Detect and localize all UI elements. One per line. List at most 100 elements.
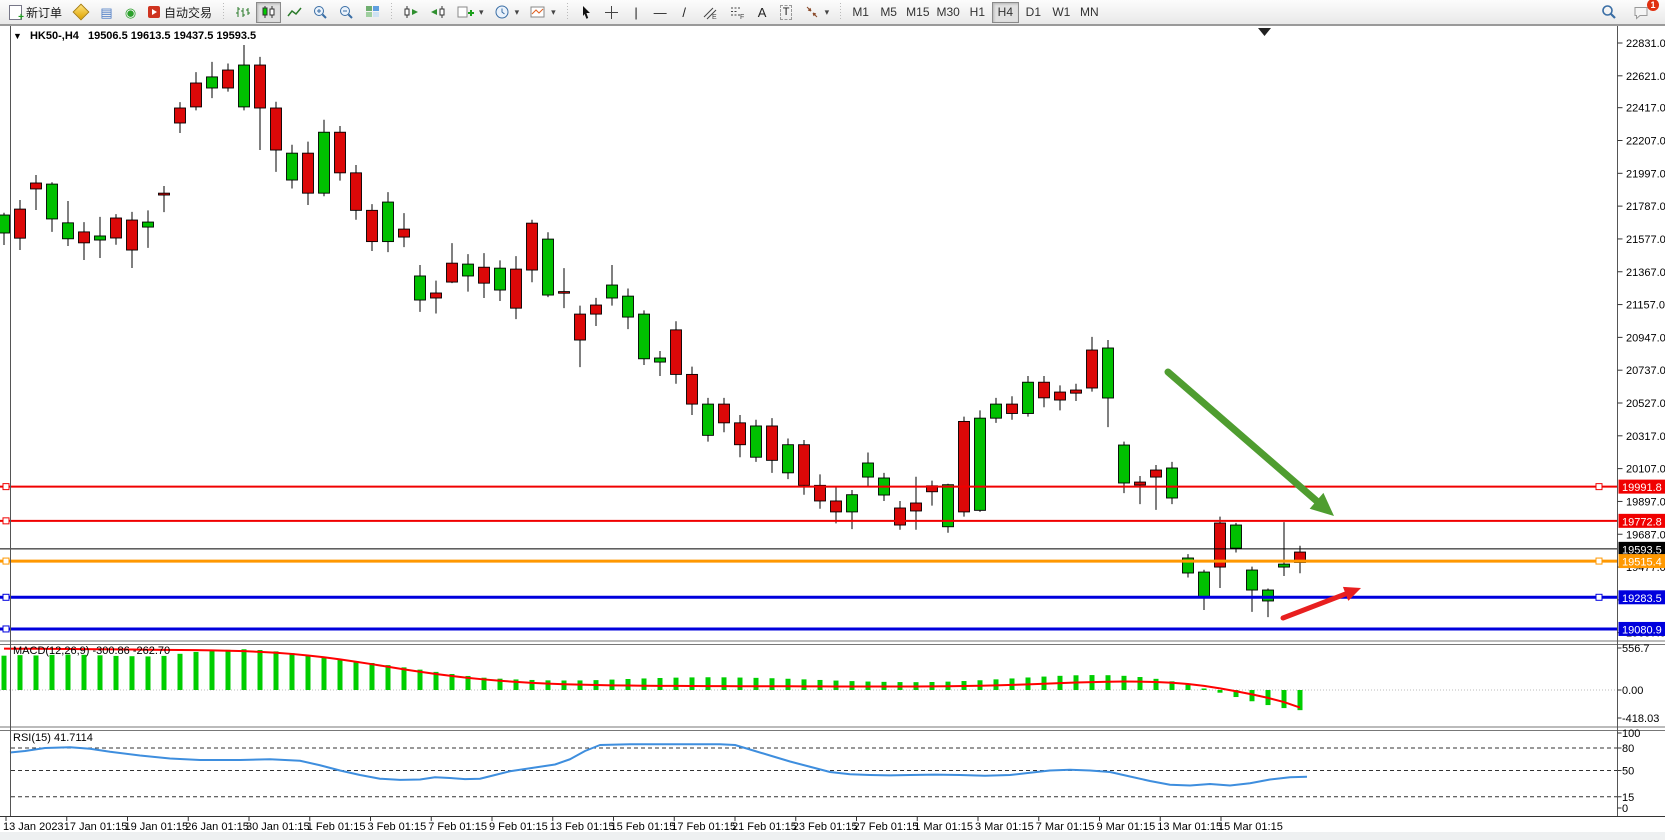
svg-text:3 Mar 01:15: 3 Mar 01:15 (975, 821, 1034, 833)
tab-timeframe-h1[interactable]: H1 (964, 2, 991, 23)
candlestick-chart-button[interactable] (256, 2, 281, 23)
svg-text:27 Feb 01:15: 27 Feb 01:15 (854, 821, 919, 833)
trendline-tool-button[interactable]: / (673, 2, 696, 23)
bear-candle (191, 83, 202, 107)
tab-timeframe-m1[interactable]: M1 (847, 2, 874, 23)
channel-tool-button[interactable]: E (697, 2, 723, 23)
bull-candle (95, 236, 106, 240)
bull-candle (783, 445, 794, 473)
chart-area[interactable]: 22831.022621.022417.022207.021997.021787… (0, 0, 1665, 840)
bear-candle (79, 232, 90, 243)
label-tool-icon: T (780, 5, 793, 20)
cursor-tool-button[interactable] (574, 2, 598, 23)
zoom-out-icon (339, 5, 354, 20)
bear-candle (111, 218, 122, 238)
chart-menu-dropdown-icon[interactable]: ▼ (13, 31, 22, 41)
svg-text:-418.03: -418.03 (1622, 713, 1659, 725)
tab-timeframe-d1[interactable]: D1 (1020, 2, 1047, 23)
dropdown-caret-icon: ▾ (515, 7, 520, 18)
tile-windows-button[interactable] (360, 2, 385, 23)
bear-candle (831, 501, 842, 512)
autotrading-button[interactable]: 自动交易 (143, 2, 217, 23)
svg-text:20527.0: 20527.0 (1626, 398, 1665, 410)
svg-text:1 Feb 01:15: 1 Feb 01:15 (307, 821, 366, 833)
arrows-tool-button[interactable]: ▾ (799, 2, 835, 23)
svg-text:19772.8: 19772.8 (1622, 516, 1662, 528)
bear-candle (959, 421, 970, 511)
zoom-out-button[interactable] (334, 2, 359, 23)
dropdown-caret-icon: ▾ (551, 7, 556, 18)
svg-text:15 Mar 01:15: 15 Mar 01:15 (1218, 821, 1283, 833)
bear-candle (447, 263, 458, 282)
bear-candle (1007, 404, 1018, 413)
dropdown-caret-icon: ▾ (825, 7, 830, 18)
navigator-icon: ◉ (125, 6, 136, 19)
horizontal-line-icon: — (654, 6, 667, 19)
market-watch-icon (73, 4, 90, 21)
tab-timeframe-m5[interactable]: M5 (875, 2, 902, 23)
bull-candle (463, 264, 474, 276)
bull-candle (415, 276, 426, 300)
bull-candle (543, 239, 554, 295)
bear-candle (671, 330, 682, 375)
fibonacci-tool-button[interactable]: F (724, 2, 750, 23)
bear-candle (1039, 382, 1050, 398)
bull-candle (1119, 445, 1130, 483)
tab-timeframe-h4[interactable]: H4 (992, 2, 1019, 23)
search-icon (1601, 4, 1617, 20)
line-chart-button[interactable] (282, 2, 307, 23)
notification-count-badge: 1 (1647, 0, 1659, 11)
tab-timeframe-w1[interactable]: W1 (1048, 2, 1075, 23)
svg-text:22831.0: 22831.0 (1626, 38, 1665, 50)
bull-candle (63, 223, 74, 239)
data-window-button[interactable]: ▤ (95, 2, 118, 23)
svg-text:7 Feb 01:15: 7 Feb 01:15 (428, 821, 487, 833)
svg-text:13 Mar 01:15: 13 Mar 01:15 (1157, 821, 1222, 833)
svg-text:22207.0: 22207.0 (1626, 136, 1665, 148)
notifications-button[interactable]: 1 (1628, 2, 1655, 23)
bear-candle (559, 292, 570, 294)
svg-text:50: 50 (1622, 766, 1634, 778)
auto-scroll-button[interactable] (398, 2, 424, 23)
templates-button[interactable]: ▾ (525, 2, 561, 23)
svg-text:1 Mar 01:15: 1 Mar 01:15 (914, 821, 973, 833)
bear-candle (271, 108, 282, 150)
bear-candle (335, 132, 346, 173)
horizontal-line-tool-button[interactable]: — (649, 2, 672, 23)
market-watch-button[interactable] (68, 2, 94, 23)
svg-text:19991.8: 19991.8 (1622, 482, 1662, 494)
bear-candle (367, 210, 378, 241)
tab-timeframe-m30[interactable]: M30 (934, 2, 963, 23)
chart-ohlc: 19506.5 19613.5 19437.5 19593.5 (88, 30, 256, 42)
svg-text:13 Feb 01:15: 13 Feb 01:15 (550, 821, 615, 833)
svg-text:30 Jan 01:15: 30 Jan 01:15 (246, 821, 310, 833)
periods-button[interactable]: ▾ (490, 2, 525, 23)
toolbar-grip (564, 3, 571, 21)
svg-text:3 Feb 01:15: 3 Feb 01:15 (368, 821, 427, 833)
label-tool-button[interactable]: T (775, 2, 798, 23)
svg-text:E: E (712, 14, 717, 20)
vertical-line-tool-button[interactable]: | (625, 2, 648, 23)
bull-candle (1103, 348, 1114, 398)
bear-candle (575, 314, 586, 340)
crosshair-tool-button[interactable] (599, 2, 624, 23)
tab-timeframe-mn[interactable]: MN (1076, 2, 1103, 23)
indicators-button[interactable]: ▾ (452, 2, 489, 23)
main-toolbar: 新订单 ▤ ◉ 自动交易 ▾ ▾ ▾ (0, 0, 1665, 25)
search-button[interactable] (1596, 2, 1622, 23)
bear-candle (175, 108, 186, 123)
navigator-button[interactable]: ◉ (119, 2, 142, 23)
clock-icon (495, 5, 510, 20)
bull-candle (495, 268, 506, 290)
toolbar-grip (220, 3, 227, 21)
tab-timeframe-m15[interactable]: M15 (903, 2, 932, 23)
chart-shift-button[interactable] (425, 2, 451, 23)
text-tool-button[interactable]: A (751, 2, 774, 23)
text-tool-icon: A (758, 6, 767, 19)
bar-chart-button[interactable] (230, 2, 255, 23)
bear-candle (911, 503, 922, 511)
zoom-in-button[interactable] (308, 2, 333, 23)
bull-candle (1247, 570, 1258, 590)
new-order-button[interactable]: 新订单 (4, 2, 67, 23)
svg-text:9 Mar 01:15: 9 Mar 01:15 (1097, 821, 1156, 833)
